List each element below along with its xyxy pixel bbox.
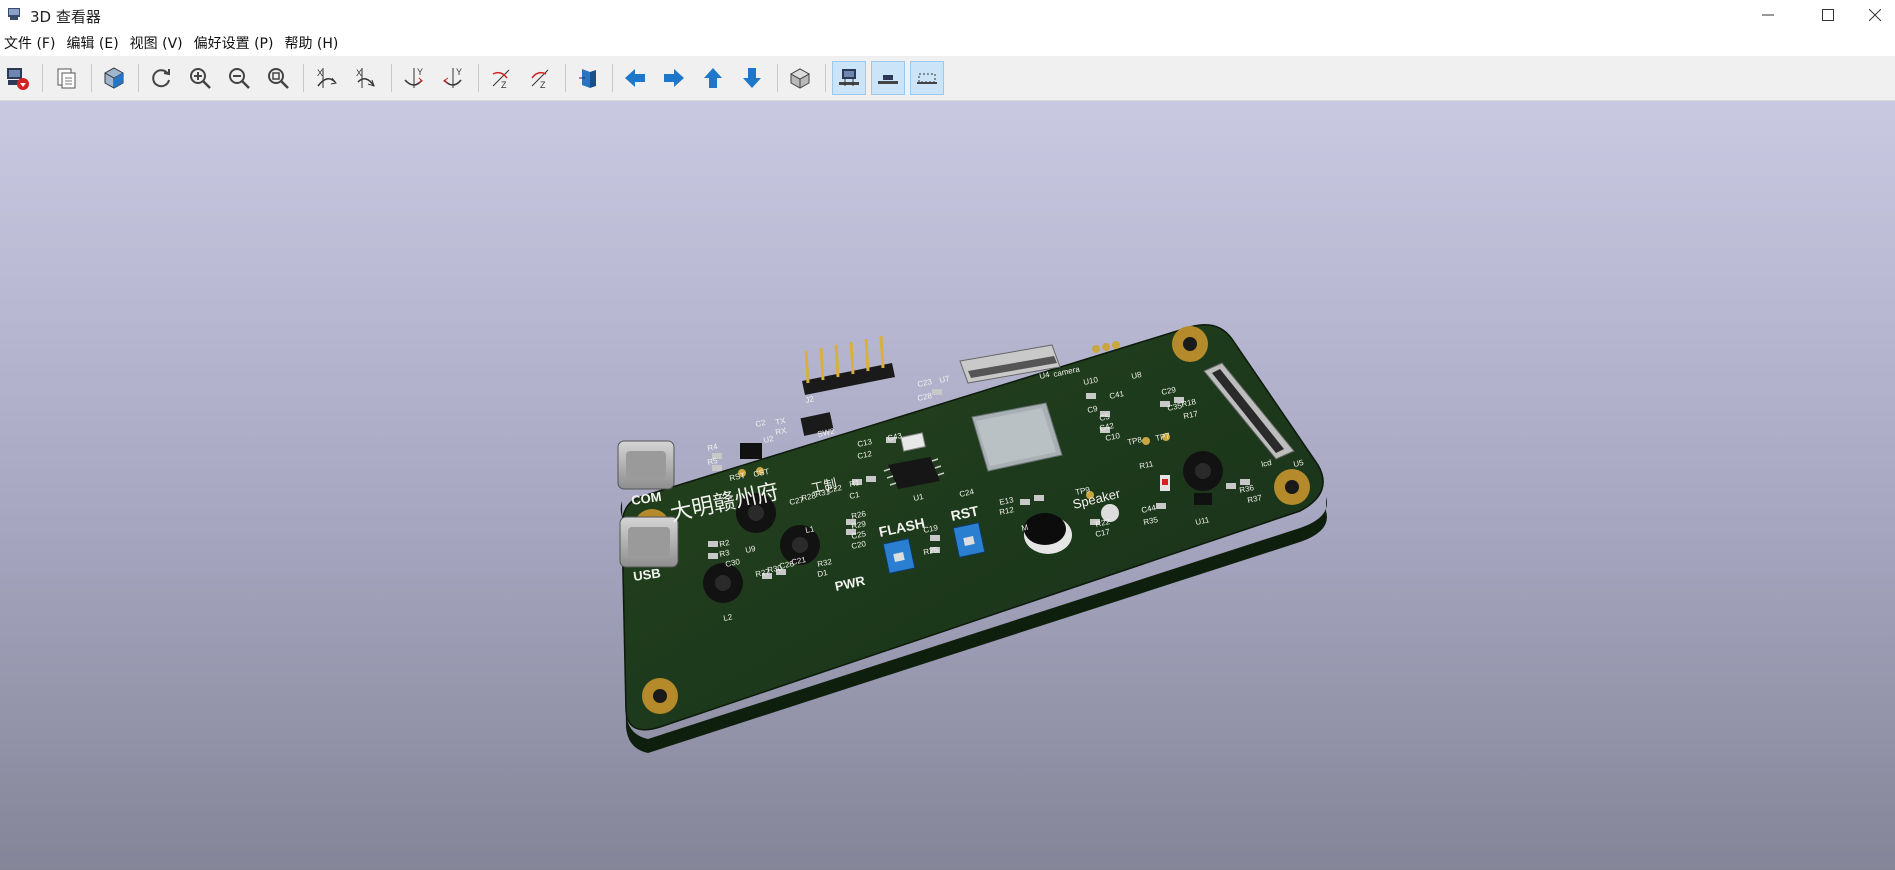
3d-viewport[interactable]: 大明赣州府 工制 COM USB FLASH RST PWR Speaker c… (0, 101, 1895, 870)
usb-c-connector-com (617, 440, 675, 490)
toggle-through-hole-models-button[interactable] (832, 61, 866, 95)
kicad-3d-viewer-icon (8, 8, 20, 20)
pan-up-icon (704, 68, 722, 88)
silk-label: R4 (707, 442, 719, 453)
pan-left-button[interactable] (618, 61, 652, 95)
render-raytracing-icon (7, 68, 29, 90)
reload-button[interactable] (144, 61, 178, 95)
zoom-fit-button[interactable] (261, 61, 295, 95)
silk-label: C28 (917, 391, 934, 403)
zoom-fit-icon (268, 68, 289, 89)
toolbar: X X Y Y Z Z (0, 56, 1895, 101)
pan-right-button[interactable] (657, 61, 691, 95)
rotate-z-cw-icon: Z (492, 69, 510, 90)
rotate-x-cw-button[interactable]: X (310, 61, 344, 95)
toggle-smd-models-button[interactable] (871, 61, 905, 95)
title-bar: 3D 查看器 (0, 0, 1895, 30)
view-3d-cube-button[interactable] (97, 61, 131, 95)
svg-text:Z: Z (540, 80, 546, 90)
menu-help[interactable]: 帮助 (H) (280, 33, 345, 53)
minimize-button[interactable] (1740, 0, 1796, 30)
rotate-z-ccw-icon: Z (531, 69, 549, 90)
copy-to-clipboard-button[interactable] (49, 61, 83, 95)
orthographic-icon (789, 68, 811, 89)
usb-c-connector-usb (619, 516, 679, 568)
toggle-through-hole-models-icon (839, 69, 859, 86)
pan-right-icon (664, 69, 684, 87)
menu-file[interactable]: 文件 (F) (0, 33, 62, 53)
pan-left-icon (625, 69, 645, 87)
rotate-z-ccw-button[interactable]: Z (523, 61, 557, 95)
pcb-3d-render: 大明赣州府 工制 COM USB FLASH RST PWR Speaker c… (617, 324, 1327, 753)
silk-label: C23 (917, 377, 934, 389)
menu-bar: 文件 (F) 编辑 (E) 视图 (V) 偏好设置 (P) 帮助 (H) (0, 30, 1895, 56)
minimize-icon (1762, 14, 1774, 16)
rotate-y-ccw-button[interactable]: Y (436, 61, 470, 95)
close-icon (1869, 9, 1881, 21)
zoom-out-button[interactable] (222, 61, 256, 95)
flip-board-icon (579, 69, 596, 88)
window-title: 3D 查看器 (30, 8, 101, 26)
rotate-x-ccw-icon: X (356, 68, 375, 88)
zoom-in-button[interactable] (183, 61, 217, 95)
svg-text:Y: Y (417, 67, 423, 77)
flip-board-button[interactable] (571, 61, 605, 95)
rotate-z-cw-button[interactable]: Z (484, 61, 518, 95)
svg-text:Y: Y (456, 67, 462, 77)
menu-preferences[interactable]: 偏好设置 (P) (190, 33, 281, 53)
rotate-x-cw-icon: X (317, 68, 337, 88)
pan-down-icon (743, 68, 761, 88)
menu-view[interactable]: 视图 (V) (126, 33, 190, 53)
rotate-x-ccw-button[interactable]: X (349, 61, 383, 95)
view-3d-cube-icon (104, 67, 124, 89)
silk-label: J2 (805, 394, 816, 405)
zoom-in-icon (190, 68, 211, 89)
silk-label: U2 (763, 434, 775, 445)
pan-up-button[interactable] (696, 61, 730, 95)
silk-label: C2 (755, 418, 767, 429)
copy-to-clipboard-icon (57, 68, 76, 89)
svg-text:X: X (356, 68, 362, 78)
toggle-virtual-models-icon (917, 73, 937, 84)
menu-edit[interactable]: 编辑 (E) (62, 33, 125, 53)
rotate-y-cw-button[interactable]: Y (397, 61, 431, 95)
pan-down-button[interactable] (735, 61, 769, 95)
svg-text:Z: Z (501, 80, 507, 90)
close-button[interactable] (1855, 0, 1895, 30)
toggle-virtual-models-button[interactable] (910, 61, 944, 95)
svg-text:X: X (317, 68, 323, 78)
toggle-smd-models-icon (878, 75, 898, 84)
maximize-button[interactable] (1800, 0, 1856, 30)
orthographic-button[interactable] (783, 61, 817, 95)
silk-label: RX (775, 426, 788, 437)
silk-label: U7 (939, 374, 951, 385)
rotate-y-ccw-icon: Y (443, 67, 462, 88)
rotate-y-cw-icon: Y (404, 67, 423, 88)
reload-icon (152, 69, 170, 88)
zoom-out-icon (229, 68, 250, 89)
maximize-icon (1822, 9, 1834, 21)
pin-header-j2 (802, 335, 895, 395)
render-raytracing-button[interactable] (0, 61, 34, 95)
